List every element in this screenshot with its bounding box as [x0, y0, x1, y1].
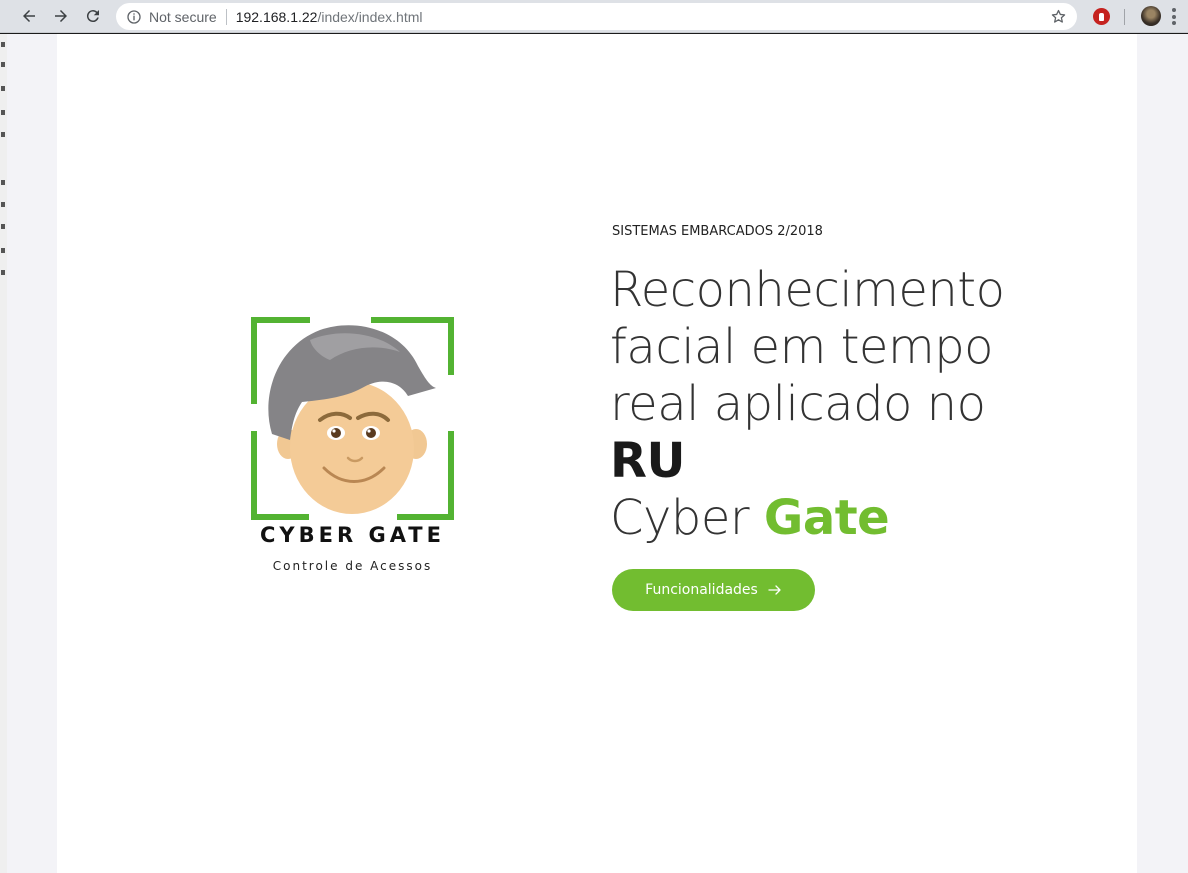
hero-brand: Cyber Gate: [610, 490, 1080, 547]
arrow-right-icon: [768, 585, 781, 595]
logo-title: CYBER GATE: [260, 523, 445, 547]
logo-subtitle: Controle de Acessos: [272, 559, 433, 573]
address-bar[interactable]: Not secure 192.168.1.22/index/index.html: [116, 3, 1077, 30]
hero-title-line: Reconhecimento: [610, 262, 1005, 318]
back-button[interactable]: [17, 5, 41, 27]
hero-eyebrow: SISTEMAS EMBARCADOS 2/2018: [612, 224, 823, 239]
browser-menu-icon[interactable]: [1171, 8, 1177, 25]
face-scan-illustration: [251, 317, 454, 520]
reload-icon: [86, 10, 99, 23]
extension-icon[interactable]: [1093, 8, 1110, 25]
funcionalidades-button[interactable]: Funcionalidades: [612, 569, 815, 611]
hand-icon: [1099, 12, 1104, 21]
info-icon[interactable]: [126, 9, 142, 25]
hero-title-line: facial em tempo: [610, 319, 994, 375]
bookmark-star-icon[interactable]: [1050, 8, 1067, 25]
brand-accent-word: Gate: [763, 490, 890, 546]
hero-title: Reconhecimento facial em tempo real apli…: [610, 262, 1080, 547]
hero-title-line: real aplicado no: [610, 376, 986, 432]
url-path: /index/index.html: [317, 8, 423, 25]
hero-title-strong: RU: [610, 433, 685, 489]
browser-toolbar: Not secure 192.168.1.22/index/index.html: [0, 0, 1188, 33]
forward-button[interactable]: [49, 5, 73, 27]
background-window-strip: [0, 34, 7, 873]
omnibox-divider: [225, 8, 227, 25]
url-host: 192.168.1.22: [235, 8, 318, 25]
cyber-gate-logo: CYBER GATE Controle de Acessos: [250, 316, 455, 576]
brand-first-word: Cyber: [610, 490, 764, 546]
profile-avatar[interactable]: [1141, 6, 1161, 26]
reload-button[interactable]: [81, 5, 105, 27]
toolbar-divider: [1124, 9, 1125, 25]
security-label[interactable]: Not secure: [149, 9, 217, 25]
arrow-left-icon: [23, 10, 35, 22]
cta-label: Funcionalidades: [645, 582, 758, 598]
arrow-right-icon: [55, 10, 67, 22]
